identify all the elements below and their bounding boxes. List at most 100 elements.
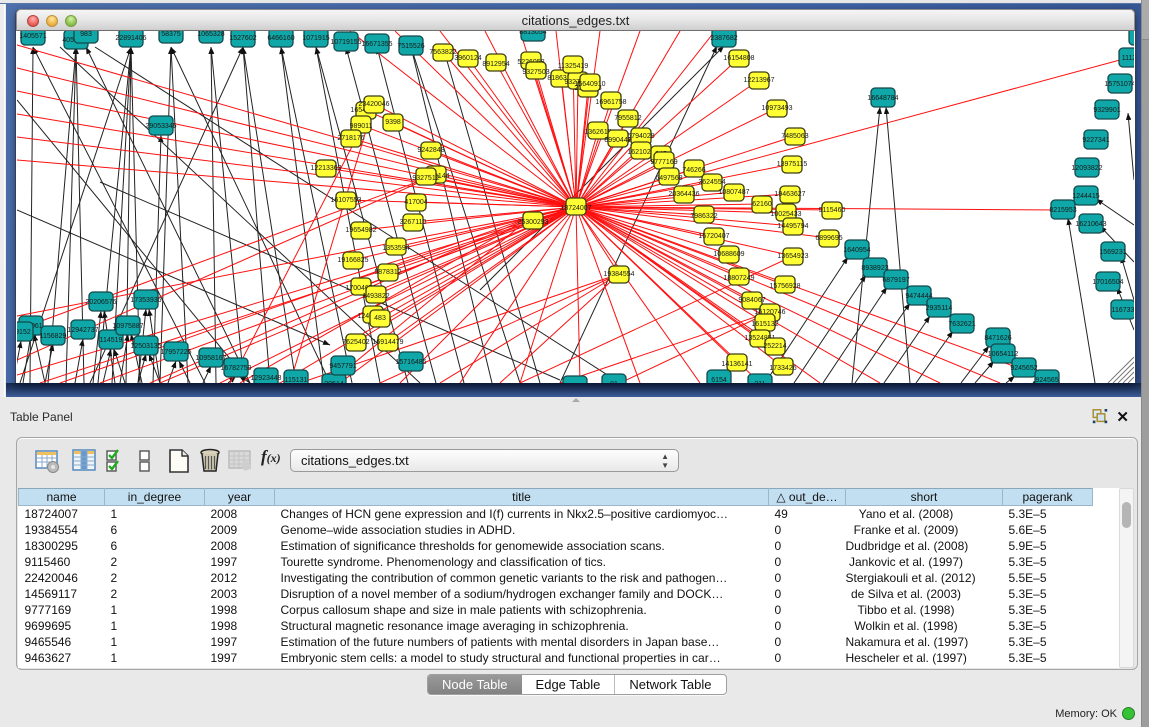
svg-text:16914479: 16914479	[372, 339, 403, 346]
svg-text:115131: 115131	[285, 377, 308, 383]
svg-text:19166825: 19166825	[337, 257, 368, 264]
svg-text:16782759: 16782759	[220, 365, 251, 372]
svg-text:29053346: 29053346	[145, 123, 176, 130]
svg-text:7625402: 7625402	[342, 339, 369, 346]
svg-text:13654923: 13654923	[777, 253, 808, 260]
svg-text:22891406: 22891406	[115, 35, 146, 42]
svg-text:19384554: 19384554	[603, 271, 634, 278]
svg-text:1640954: 1640954	[843, 247, 870, 254]
svg-text:16154808: 16154808	[723, 55, 754, 62]
svg-text:18724007: 18724007	[560, 205, 591, 212]
svg-text:6794028: 6794028	[627, 133, 654, 140]
svg-text:81: 81	[610, 381, 618, 383]
svg-text:9457791: 9457791	[329, 363, 356, 370]
svg-text:7563822: 7563822	[429, 49, 456, 56]
svg-text:116733: 116733	[1112, 307, 1134, 314]
svg-text:20206576: 20206576	[85, 299, 116, 306]
svg-text:14495794: 14495794	[777, 223, 808, 230]
svg-text:9398: 9398	[385, 119, 401, 126]
svg-text:10958167: 10958167	[195, 355, 226, 362]
svg-text:17353936: 17353936	[130, 297, 161, 304]
svg-text:1065328: 1065328	[197, 31, 224, 38]
svg-text:924565: 924565	[1035, 377, 1058, 383]
svg-text:1733426: 1733426	[769, 365, 796, 372]
svg-text:6154: 6154	[711, 377, 727, 383]
svg-text:114519: 114519	[100, 337, 123, 344]
svg-text:39152: 39152	[17, 329, 31, 336]
svg-text:7485063: 7485063	[781, 133, 808, 140]
svg-text:17016504: 17016504	[1092, 279, 1123, 286]
svg-text:7632621: 7632621	[948, 321, 975, 328]
svg-text:2718176: 2718176	[337, 135, 364, 142]
svg-text:58375: 58375	[161, 31, 181, 38]
svg-text:3267110: 3267110	[400, 219, 427, 226]
svg-text:13975115: 13975115	[777, 161, 808, 168]
svg-text:7515526: 7515526	[397, 43, 424, 50]
svg-text:15716485: 15716485	[395, 359, 426, 366]
svg-text:1493822: 1493822	[362, 293, 389, 300]
svg-text:16107553: 16107553	[330, 197, 361, 204]
svg-text:483: 483	[374, 315, 386, 322]
svg-text:8813054: 8813054	[519, 31, 546, 36]
svg-text:15720407: 15720407	[698, 233, 729, 240]
svg-text:9327503: 9327503	[522, 69, 549, 76]
svg-text:5878312: 5878312	[374, 269, 401, 276]
svg-text:9329901: 9329901	[1093, 107, 1120, 114]
svg-text:19463627: 19463627	[774, 191, 805, 198]
svg-text:12503135: 12503135	[130, 343, 161, 350]
svg-text:8912954: 8912954	[482, 61, 509, 68]
svg-text:14136141: 14136141	[721, 361, 752, 368]
svg-text:1071915: 1071915	[302, 35, 329, 42]
svg-text:6466160: 6466160	[267, 35, 294, 42]
svg-text:1569231: 1569231	[1099, 249, 1126, 256]
svg-text:16210643: 16210643	[1075, 221, 1106, 228]
svg-text:12923448: 12923448	[250, 375, 281, 382]
svg-text:8215953: 8215953	[1049, 207, 1076, 214]
svg-text:9245652: 9245652	[1010, 365, 1037, 372]
svg-text:9777169: 9777169	[650, 159, 677, 166]
svg-text:17957225: 17957225	[160, 349, 191, 356]
svg-text:989011: 989011	[350, 123, 373, 130]
svg-text:15640910: 15640910	[574, 81, 605, 88]
svg-text:16961758: 16961758	[595, 99, 626, 106]
svg-text:12942737: 12942737	[67, 327, 98, 334]
svg-text:18807249: 18807249	[723, 275, 754, 282]
svg-text:15756928: 15756928	[769, 283, 800, 290]
svg-text:10025433: 10025433	[770, 211, 801, 218]
svg-text:9084067: 9084067	[738, 297, 765, 304]
svg-text:10975887: 10975887	[112, 323, 143, 330]
svg-text:15751074: 15751074	[1104, 81, 1134, 88]
svg-text:10973493: 10973493	[761, 105, 792, 112]
svg-text:2935114: 2935114	[926, 305, 953, 312]
svg-text:1615132: 1615132	[751, 321, 778, 328]
svg-text:12213967: 12213967	[743, 77, 774, 84]
svg-text:7986322: 7986322	[690, 213, 717, 220]
svg-text:11123: 11123	[1122, 55, 1134, 62]
svg-text:1244415: 1244415	[1072, 193, 1099, 200]
svg-text:311: 311	[754, 381, 765, 383]
svg-text:19654982: 19654982	[345, 227, 376, 234]
svg-text:16648784: 16648784	[867, 95, 898, 102]
svg-text:12213363: 12213363	[310, 165, 341, 172]
svg-text:1353594: 1353594	[382, 245, 409, 252]
svg-text:1527602: 1527602	[229, 35, 256, 42]
svg-text:10807487: 10807487	[718, 189, 749, 196]
svg-text:9115460: 9115460	[819, 207, 846, 214]
svg-text:1405571: 1405571	[19, 33, 46, 40]
svg-text:10719155: 10719155	[330, 39, 361, 46]
svg-text:20364436: 20364436	[668, 191, 699, 198]
svg-text:9327512: 9327512	[412, 175, 439, 182]
svg-text:983: 983	[80, 31, 92, 38]
svg-text:9227341: 9227341	[1082, 137, 1109, 144]
svg-text:252214: 252214	[763, 343, 786, 350]
svg-text:12093822: 12093822	[1071, 165, 1102, 172]
svg-text:11325419: 11325419	[558, 63, 589, 70]
svg-text:2387682: 2387682	[710, 35, 737, 42]
svg-text:25300293: 25300293	[517, 219, 548, 226]
svg-text:20514: 20514	[324, 381, 344, 383]
svg-text:1156829: 1156829	[40, 333, 67, 340]
svg-text:9242848: 9242848	[417, 147, 444, 154]
svg-text:62160: 62160	[752, 201, 772, 208]
svg-text:10688609: 10688609	[713, 251, 744, 258]
svg-text:417004: 417004	[404, 199, 427, 206]
